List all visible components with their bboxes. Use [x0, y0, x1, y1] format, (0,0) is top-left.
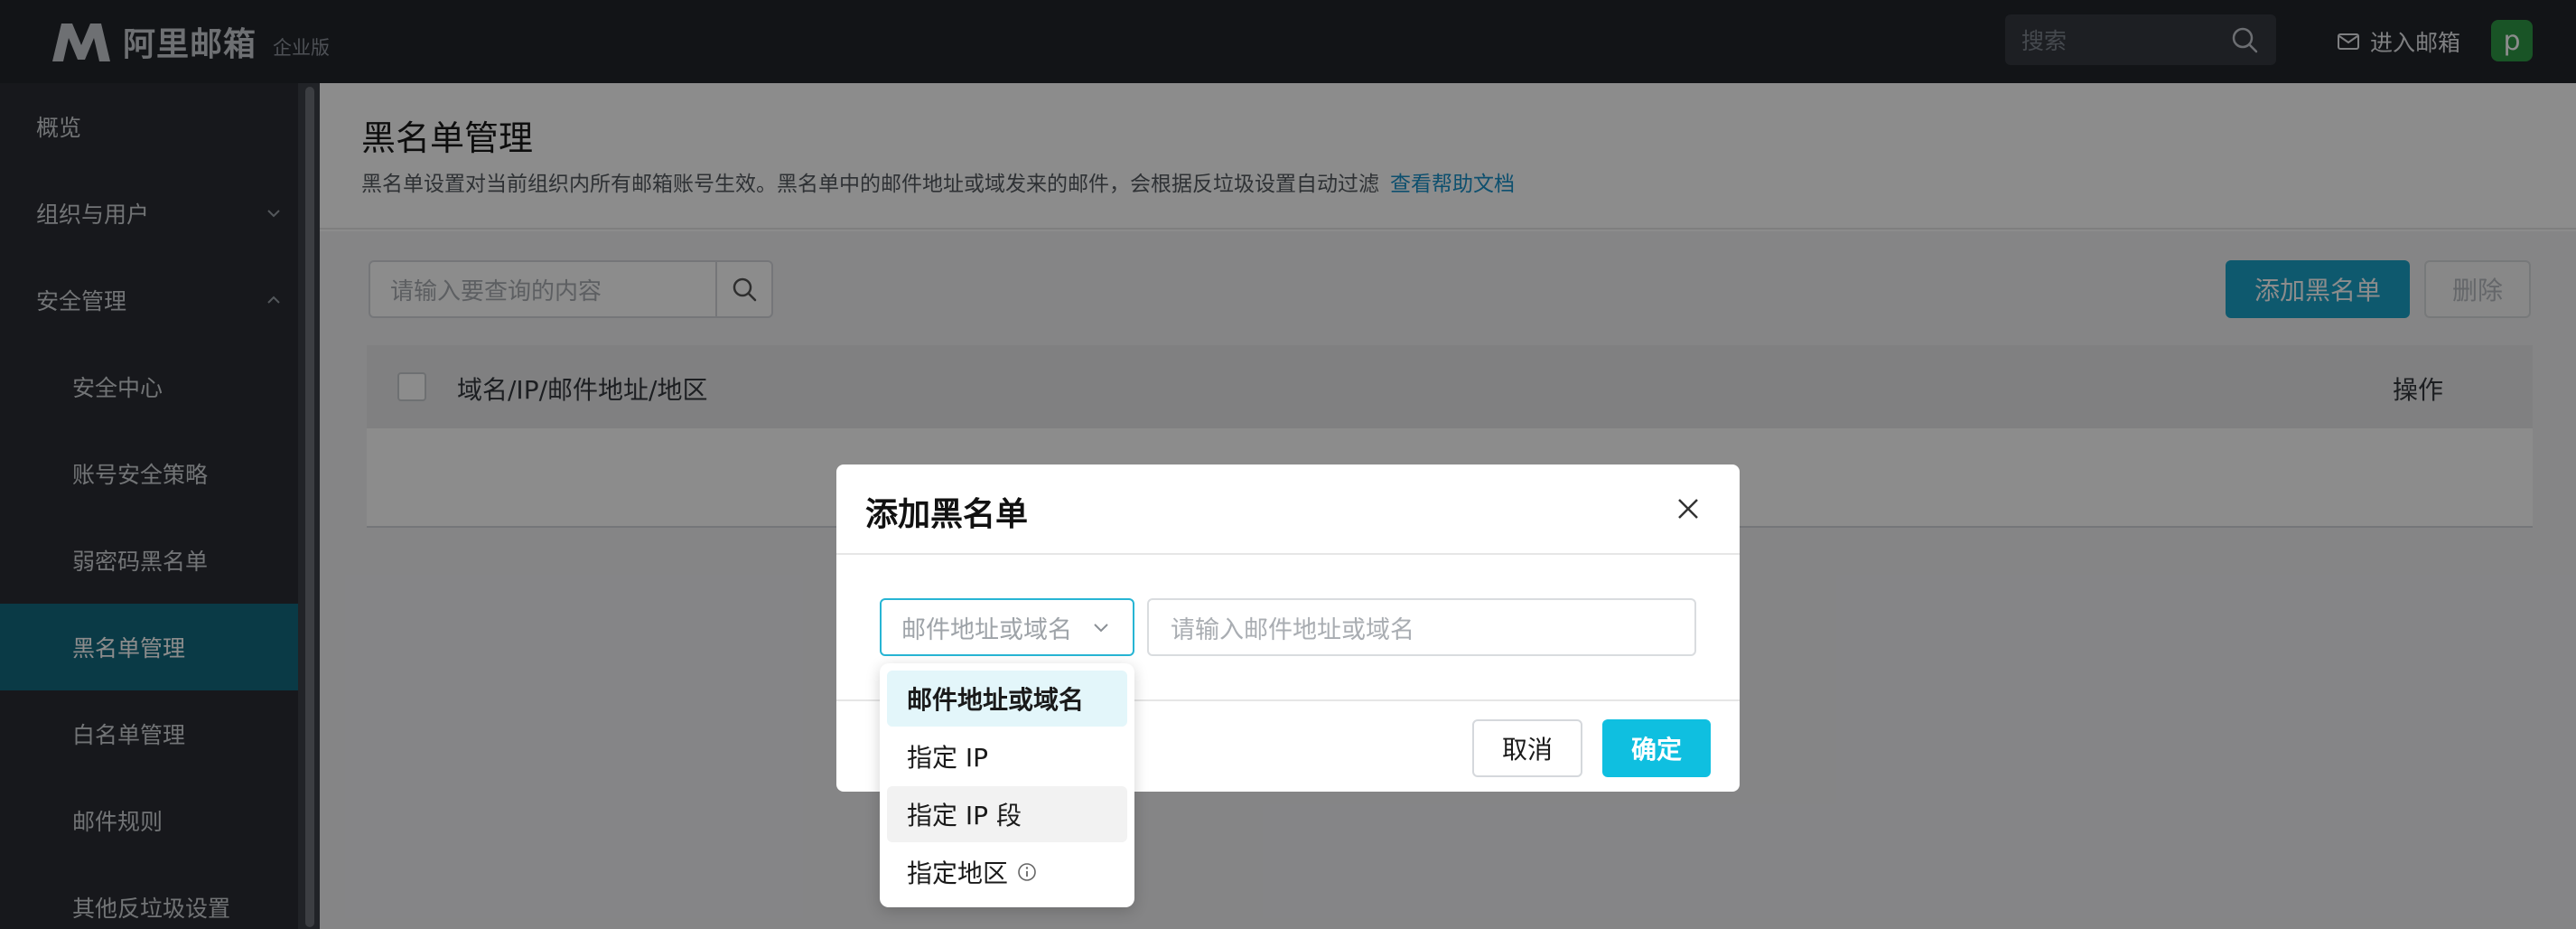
- option-ip-range[interactable]: 指定 IP 段: [887, 786, 1127, 842]
- option-specific-ip[interactable]: 指定 IP: [887, 728, 1127, 784]
- close-icon[interactable]: [1671, 492, 1705, 526]
- option-label: 指定地区: [907, 859, 1009, 888]
- type-select[interactable]: 邮件地址或域名: [880, 598, 1134, 656]
- cancel-button[interactable]: 取消: [1472, 719, 1582, 777]
- chevron-down-icon: [1094, 624, 1108, 633]
- type-select-value: 邮件地址或域名: [901, 615, 1072, 644]
- ok-button[interactable]: 确定: [1602, 719, 1711, 777]
- divider: [836, 553, 1740, 555]
- dialog-title: 添加黑名单: [865, 496, 1029, 533]
- type-dropdown-menu: 邮件地址或域名 指定 IP 指定 IP 段 指定地区: [880, 663, 1134, 907]
- address-input[interactable]: 请输入邮件地址或域名: [1147, 598, 1696, 656]
- option-label: 指定 IP: [907, 743, 989, 773]
- info-icon[interactable]: [1017, 862, 1037, 882]
- option-region[interactable]: 指定地区: [887, 844, 1127, 900]
- option-email-or-domain[interactable]: 邮件地址或域名: [887, 671, 1127, 727]
- option-label: 邮件地址或域名: [907, 685, 1085, 715]
- option-label: 指定 IP 段: [907, 801, 1022, 830]
